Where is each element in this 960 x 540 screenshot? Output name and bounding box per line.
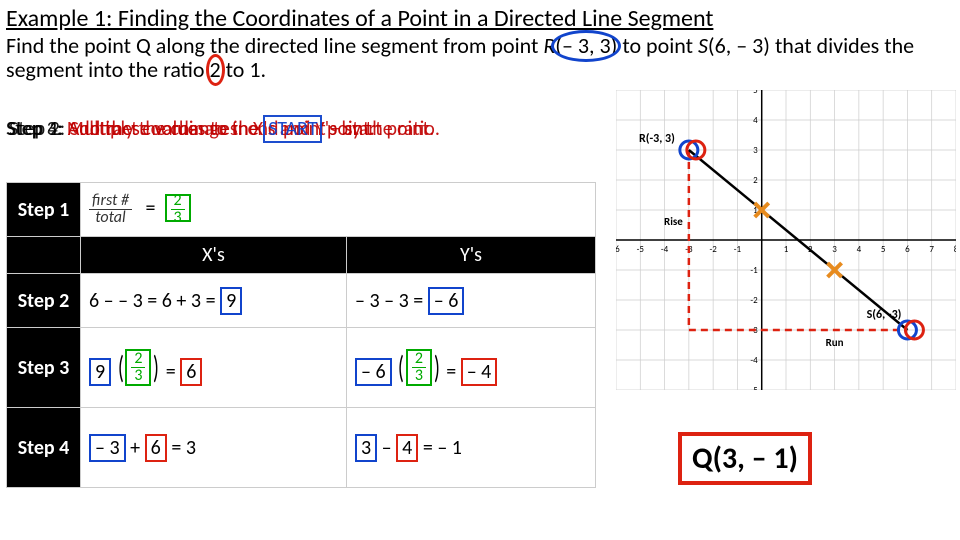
problem-statement: Find the point Q along the directed line… (6, 34, 954, 82)
final-answer: Q(3, – 1) (678, 432, 812, 485)
step2-y-ans: – 6 (428, 287, 465, 315)
step4-x: – 3 + 6 = 3 (81, 408, 347, 488)
svg-text:5: 5 (753, 90, 758, 96)
svg-text:-4: -4 (750, 355, 758, 366)
svg-text:4: 4 (857, 244, 862, 255)
svg-text:-1: -1 (750, 265, 758, 276)
step1-ans-bot: 3 (171, 210, 185, 226)
s-coords: (6, – 3) (708, 32, 770, 59)
step1-label: Step 1 (7, 183, 81, 237)
svg-text:-1: -1 (734, 244, 742, 255)
step2-x: 6 – – 3 = 6 + 3 = 9 (81, 274, 347, 328)
step4-x-b: 6 (145, 434, 167, 462)
step3-y-eq: = (446, 360, 456, 384)
s3-fb2: 3 (412, 368, 426, 384)
step1-cell: first # total = 2 3 (81, 183, 596, 237)
svg-text:7: 7 (929, 244, 934, 255)
step1-answer: 2 3 (165, 194, 191, 222)
svg-text:1: 1 (784, 244, 789, 255)
svg-text:8: 8 (954, 244, 956, 255)
ratio-second: 1 (249, 56, 260, 83)
step-txt-c2: point. (327, 117, 375, 141)
svg-text:S(6, -3): S(6, -3) (867, 308, 902, 322)
step1-frac-bot: total (89, 210, 132, 226)
step3-y: – 6 23 = – 4 (346, 328, 595, 408)
svg-text:-2: -2 (750, 295, 758, 306)
svg-text:-4: -4 (661, 244, 669, 255)
point-s-label: S (698, 32, 708, 59)
step4-y-b: 4 (396, 434, 418, 462)
step4-x-ans: 3 (186, 436, 196, 460)
svg-text:R(-3, 3): R(-3, 3) (639, 132, 675, 146)
svg-text:-5: -5 (637, 244, 645, 255)
svg-text:6: 6 (905, 244, 910, 255)
svg-text:-5: -5 (750, 385, 758, 390)
problem-prefix: Find the point Q along the directed line… (6, 32, 543, 59)
step3-x-eq: = (166, 360, 176, 384)
step4-x-a: – 3 (89, 434, 126, 462)
step3-x-a: 9 (89, 358, 111, 386)
start-box: START (263, 115, 322, 143)
s3-fb1: 3 (131, 368, 145, 384)
step3-y-ans: – 4 (461, 358, 498, 386)
step4-label: Step 4 (7, 408, 81, 488)
step4-y-minus: – (382, 436, 392, 460)
step2-label: Step 2 (7, 274, 81, 328)
step2-x-expr: 6 – – 3 = 6 + 3 = (89, 289, 216, 313)
step2-y-expr: – 3 – 3 = (355, 289, 423, 313)
step4-y-ans: – 1 (437, 436, 462, 460)
xs-header: X's (81, 237, 347, 274)
coordinate-graph: -6-5-4-3-2-112345678-5-4-3-2-112345 R(-3… (616, 90, 956, 390)
step3-y-a: – 6 (355, 358, 392, 386)
ys-header: Y's (346, 237, 595, 274)
step3-x: 9 23 = 6 (81, 328, 347, 408)
step-lbl-c: Step 4: (7, 117, 63, 141)
ratio-to: to (221, 56, 250, 83)
step4-y-a: 3 (355, 434, 377, 462)
r-coords-circled: (– 3, 3) (555, 34, 617, 58)
step3-x-ans: 6 (180, 358, 202, 386)
svg-text:-2: -2 (709, 244, 717, 255)
example-title: Example 1: Finding the Coordinates of a … (6, 4, 713, 33)
problem-mid: to point (617, 32, 698, 59)
step4-x-plus: + (130, 436, 140, 460)
step1-eq: = (146, 196, 156, 220)
step2-y: – 3 – 3 = – 6 (346, 274, 595, 328)
svg-text:3: 3 (832, 244, 837, 255)
svg-text:Rise: Rise (664, 215, 683, 228)
step4-y-eq: = (423, 436, 433, 460)
work-table: Step 1 first # total = 2 3 X's Y's (6, 182, 596, 488)
svg-text:4: 4 (753, 115, 758, 126)
step4-x-eq: = (171, 436, 181, 460)
step2-x-ans: 9 (220, 287, 242, 315)
step-txt-c: Add these values to the (68, 117, 259, 141)
step4-y: 3 – 4 = – 1 (346, 408, 595, 488)
svg-text:3: 3 (753, 145, 758, 156)
svg-text:Run: Run (826, 336, 844, 349)
ratio-first: 2 (210, 58, 221, 82)
svg-text:5: 5 (881, 244, 886, 255)
svg-text:2: 2 (753, 175, 758, 186)
svg-text:-6: -6 (616, 244, 620, 255)
step3-label: Step 3 (7, 328, 81, 408)
blank-hdr (7, 237, 81, 274)
